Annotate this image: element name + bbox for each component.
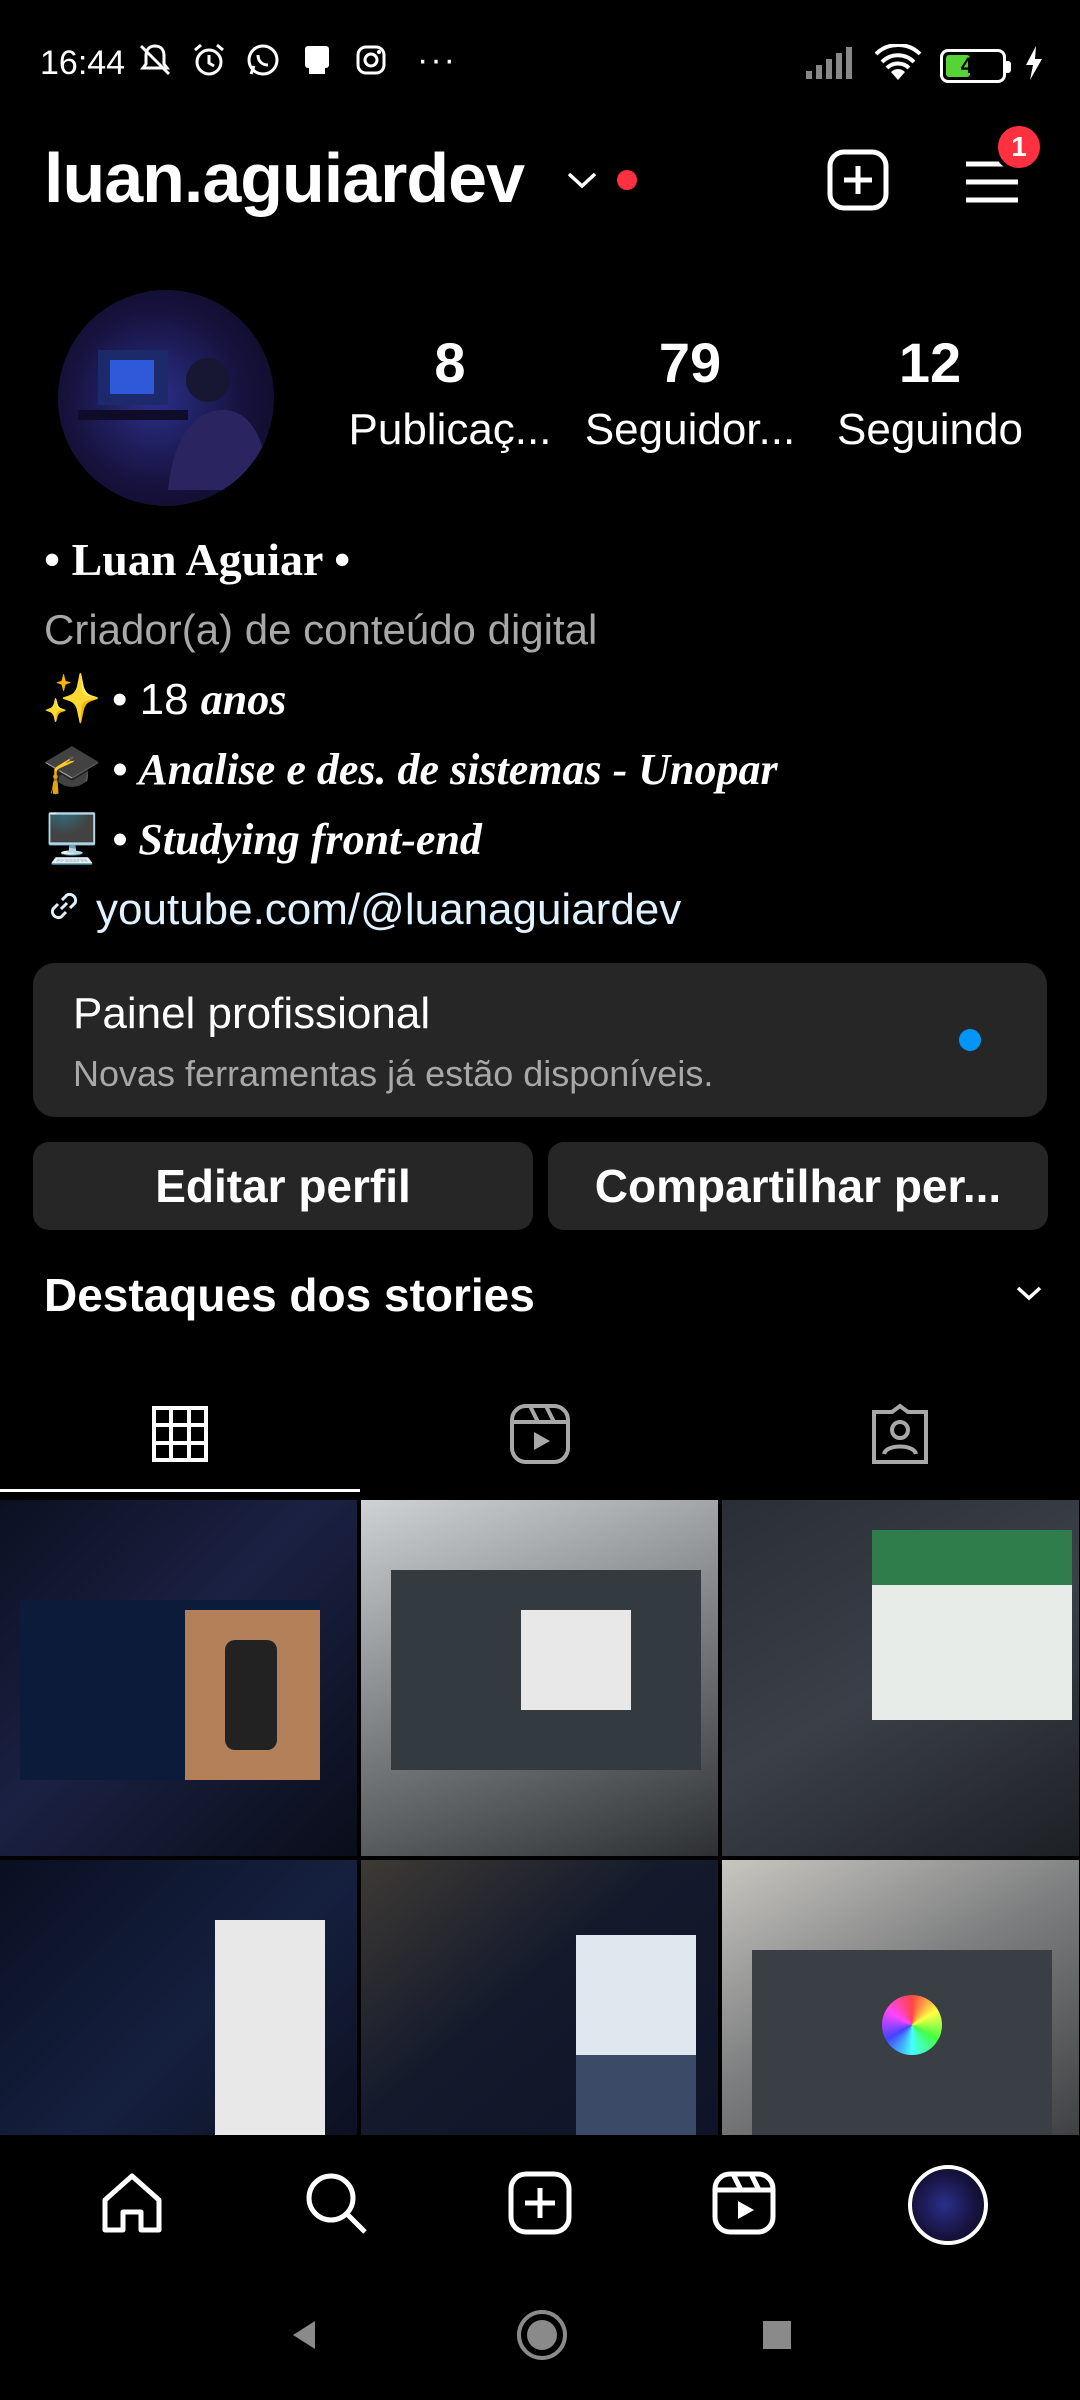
- reels-icon: [508, 1402, 572, 1471]
- new-indicator-dot: [959, 1029, 981, 1051]
- profile-link[interactable]: youtube.com/@luanaguiardev: [44, 875, 1044, 945]
- nav-create[interactable]: [480, 2145, 600, 2265]
- profile-avatar[interactable]: [58, 290, 274, 506]
- profile-stats: 8 Publicaç... 79 Seguidor... 12 Seguindo: [330, 330, 1050, 455]
- profile-category: Criador(a) de conteúdo digital: [44, 606, 598, 653]
- edit-profile-button[interactable]: Editar perfil: [33, 1142, 533, 1230]
- nav-search[interactable]: [276, 2145, 396, 2265]
- profile-bio: • Luan Aguiar • Criador(a) de conteúdo d…: [42, 525, 1044, 945]
- following-count: 12: [898, 331, 962, 394]
- posts-grid: [0, 1500, 1080, 2216]
- bio-text: anos: [200, 675, 287, 724]
- nav-reels[interactable]: [684, 2145, 804, 2265]
- bio-prefix: •: [112, 815, 139, 864]
- tab-posts-grid[interactable]: [0, 1380, 360, 1492]
- create-post-button[interactable]: [826, 148, 890, 212]
- bio-prefix: •: [112, 745, 139, 794]
- post-thumbnail[interactable]: [361, 1500, 718, 1856]
- tab-reels[interactable]: [360, 1380, 720, 1492]
- profile-link-text[interactable]: youtube.com/@luanaguiardev: [96, 888, 681, 932]
- followers-label: Seguidor...: [584, 405, 796, 454]
- nav-profile[interactable]: [888, 2145, 1008, 2265]
- instagram-icon: [351, 40, 391, 80]
- status-bar: 16:44 ··· 40: [0, 0, 1080, 130]
- professional-dashboard-title: Painel profissional: [73, 989, 431, 1038]
- username-switcher[interactable]: luan.aguiardev: [44, 138, 525, 218]
- following-stat[interactable]: 12 Seguindo: [810, 330, 1050, 455]
- system-icon: [297, 40, 337, 80]
- bio-prefix: • 18: [112, 675, 201, 724]
- sparkles-icon: ✨: [42, 673, 102, 726]
- profile-name: • Luan Aguiar •: [44, 534, 351, 585]
- posts-count: 8: [434, 331, 466, 394]
- mute-icon: [135, 40, 175, 80]
- profile-avatar-small: [908, 2165, 988, 2245]
- professional-dashboard-card[interactable]: Painel profissional Novas ferramentas já…: [33, 963, 1047, 1117]
- post-thumbnail[interactable]: [0, 1500, 357, 1856]
- tagged-icon: [868, 1402, 932, 1471]
- chevron-down-icon[interactable]: [1014, 1282, 1044, 1309]
- story-highlights-title: Destaques dos stories: [44, 1269, 535, 1321]
- posts-stat[interactable]: 8 Publicaç...: [330, 330, 570, 455]
- system-navigation-bar: [0, 2275, 1080, 2400]
- bottom-navigation: [0, 2135, 1080, 2275]
- battery-icon: 40: [940, 48, 1011, 83]
- bio-line-education: 🎓 • Analise e des. de sistemas - Unopar: [42, 735, 1044, 805]
- followers-count: 79: [658, 331, 722, 394]
- professional-dashboard-subtitle: Novas ferramentas já estão disponíveis.: [73, 1053, 714, 1094]
- notification-dot: [617, 170, 637, 190]
- home-button-icon[interactable]: [515, 2308, 569, 2367]
- bio-line-age: ✨ • 18 anos: [42, 665, 1044, 735]
- status-notification-icons: ···: [135, 40, 457, 80]
- charging-icon: [1024, 46, 1044, 85]
- following-label: Seguindo: [837, 405, 1023, 454]
- status-time: 16:44: [40, 44, 126, 82]
- link-icon: [44, 886, 84, 934]
- back-icon[interactable]: [285, 2315, 325, 2360]
- add-post-icon: [507, 2170, 573, 2241]
- grid-icon: [150, 1404, 210, 1469]
- post-thumbnail[interactable]: [722, 1500, 1079, 1856]
- followers-stat[interactable]: 79 Seguidor...: [570, 330, 810, 455]
- desktop-computer-icon: 🖥️: [42, 813, 102, 866]
- alarm-icon: [189, 40, 229, 80]
- share-profile-button[interactable]: Compartilhar per...: [548, 1142, 1048, 1230]
- nav-home[interactable]: [72, 2145, 192, 2265]
- graduation-cap-icon: 🎓: [42, 743, 102, 796]
- story-highlights-header[interactable]: Destaques dos stories: [44, 1268, 1044, 1338]
- posts-label: Publicaç...: [348, 405, 552, 454]
- bio-line-study: 🖥️ • Studying front-end: [42, 805, 1044, 875]
- bio-text: Studying front-end: [138, 815, 482, 864]
- reels-icon: [711, 2170, 777, 2241]
- signal-icon: [804, 45, 856, 86]
- search-icon: [303, 2170, 369, 2241]
- profile-tabs: [0, 1380, 1080, 1492]
- profile-header: luan.aguiardev: [0, 130, 1080, 230]
- tab-tagged[interactable]: [720, 1380, 1080, 1492]
- wifi-icon: [874, 43, 922, 87]
- whatsapp-icon: [243, 40, 283, 80]
- status-system-icons: 40: [804, 43, 1044, 87]
- more-notifications-icon: ···: [417, 40, 457, 79]
- recent-apps-icon[interactable]: [759, 2317, 795, 2358]
- home-icon: [99, 2170, 165, 2241]
- menu-badge: 1: [994, 122, 1044, 172]
- bio-text: Analise e des. de sistemas - Unopar: [138, 745, 778, 794]
- chevron-down-icon[interactable]: [565, 168, 599, 197]
